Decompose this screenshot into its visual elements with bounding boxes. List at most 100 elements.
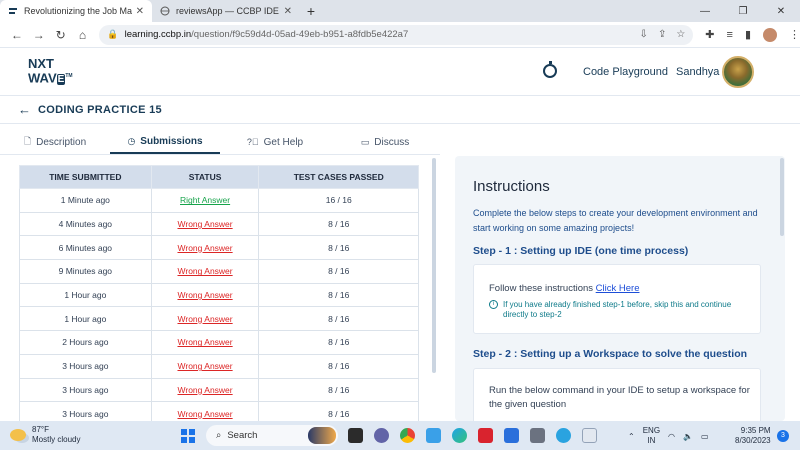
url-domain: learning.ccbp.in bbox=[124, 29, 192, 40]
volume-icon[interactable]: 🔈 bbox=[683, 432, 693, 441]
close-icon[interactable]: ✕ bbox=[284, 6, 292, 17]
install-icon[interactable]: ⇩ bbox=[640, 29, 648, 40]
left-panel-scrollbar[interactable] bbox=[432, 158, 436, 373]
submission-status-link[interactable]: Wrong Answer bbox=[150, 235, 260, 261]
right-panel-scrollbar[interactable] bbox=[780, 158, 784, 236]
weather-condition: Mostly cloudy bbox=[32, 435, 81, 444]
tab-discuss[interactable]: ▭ Discuss bbox=[330, 130, 440, 154]
back-arrow-icon[interactable]: ← bbox=[18, 102, 31, 117]
table-row: 1 Hour ago Wrong Answer 8 / 16 bbox=[19, 306, 419, 332]
click-here-link[interactable]: Click Here bbox=[596, 283, 640, 294]
teams-app-icon[interactable] bbox=[374, 428, 389, 443]
gallery-app-icon[interactable] bbox=[530, 428, 545, 443]
telegram-app-icon[interactable] bbox=[556, 428, 571, 443]
submission-status-link[interactable]: Wrong Answer bbox=[150, 282, 260, 308]
tab-label: Get Help bbox=[263, 136, 304, 148]
browser-tab-inactive[interactable]: reviewsApp — CCBP IDE ✕ bbox=[152, 0, 300, 22]
submission-passed: 8 / 16 bbox=[258, 282, 419, 308]
submission-time: 9 Minutes ago bbox=[19, 259, 152, 284]
battery-icon[interactable]: ▭ bbox=[701, 432, 709, 441]
instructions-panel: Instructions Complete the below steps to… bbox=[455, 156, 785, 421]
clock-time: 9:35 PM bbox=[740, 426, 771, 435]
chat-icon: ▭ bbox=[360, 136, 370, 147]
submission-status-link[interactable]: Wrong Answer bbox=[150, 401, 260, 421]
share-icon[interactable]: ⇪ bbox=[658, 29, 666, 40]
submission-time: 3 Hours ago bbox=[19, 401, 152, 421]
tab-submissions[interactable]: ◷ Submissions bbox=[110, 130, 220, 154]
submission-status-link[interactable]: Right Answer bbox=[150, 188, 260, 213]
table-row: 3 Hours ago Wrong Answer 8 / 16 bbox=[19, 401, 419, 421]
submission-status-link[interactable]: Wrong Answer bbox=[150, 377, 260, 403]
system-tray: ⌃ ENG IN ◠ 🔈 ▭ bbox=[628, 426, 709, 446]
search-icon: ⌕ bbox=[216, 430, 222, 441]
step1-follow-label: Follow these instructions bbox=[489, 283, 594, 294]
wifi-icon[interactable]: ◠ bbox=[668, 432, 675, 441]
nxtwave-logo[interactable]: NXT WAVETM bbox=[28, 57, 73, 86]
code-playground-link[interactable]: Code Playground bbox=[583, 66, 668, 78]
close-window-icon[interactable]: ✕ bbox=[762, 0, 800, 22]
tab-description[interactable]: 🗋 Description bbox=[0, 130, 110, 154]
table-row: 2 Hours ago Wrong Answer 8 / 16 bbox=[19, 330, 419, 355]
site-header: NXT WAVETM Code Playground Sandhya bbox=[0, 48, 800, 96]
menu-kebab-icon[interactable]: ⋮ bbox=[789, 28, 800, 41]
forward-icon[interactable]: → bbox=[28, 28, 50, 42]
minimize-icon[interactable]: — bbox=[686, 0, 724, 22]
language-code: ENG bbox=[642, 426, 661, 435]
browser-toolbar: ← → ↻ ⌂ 🔒 learning.ccbp.in/question/f9c5… bbox=[0, 22, 800, 48]
submission-status-link[interactable]: Wrong Answer bbox=[150, 306, 260, 332]
browser-tab-active[interactable]: Revolutionizing the Job Market | ✕ bbox=[0, 0, 152, 22]
language-indicator[interactable]: ENG IN bbox=[643, 426, 660, 446]
submission-status-link[interactable]: Wrong Answer bbox=[150, 211, 260, 237]
chevron-up-icon[interactable]: ⌃ bbox=[628, 432, 635, 441]
edge-app-icon[interactable] bbox=[452, 428, 467, 443]
bookmark-star-icon[interactable]: ☆ bbox=[676, 29, 685, 40]
taskbar-search[interactable]: ⌕ Search bbox=[206, 425, 338, 446]
tab-get-help[interactable]: ?⃝ Get Help bbox=[220, 130, 330, 154]
submission-time: 1 Minute ago bbox=[19, 188, 152, 213]
tab-label: Description bbox=[36, 136, 87, 148]
restore-icon[interactable]: ❐ bbox=[724, 0, 762, 22]
close-icon[interactable]: ✕ bbox=[136, 6, 144, 17]
wps-app-icon[interactable] bbox=[478, 428, 493, 443]
photos-app-icon[interactable] bbox=[426, 428, 441, 443]
home-icon[interactable]: ⌂ bbox=[72, 28, 94, 42]
snipping-app-icon[interactable] bbox=[582, 428, 597, 443]
submission-status-link[interactable]: Wrong Answer bbox=[150, 259, 260, 284]
step1-note-text: If you have already finished step-1 befo… bbox=[503, 300, 732, 319]
submission-status-link[interactable]: Wrong Answer bbox=[150, 353, 260, 379]
practice-title-bar: ← CODING PRACTICE 15 bbox=[0, 96, 800, 124]
globe-icon bbox=[160, 6, 170, 16]
instructions-intro: Complete the below steps to create your … bbox=[473, 208, 758, 233]
store-app-icon[interactable] bbox=[504, 428, 519, 443]
lock-icon[interactable]: 🔒 bbox=[107, 29, 118, 40]
widgets-app-icon[interactable] bbox=[348, 428, 363, 443]
language-region: IN bbox=[647, 436, 656, 445]
url-path: /question/f9c59d4d-05ad-49eb-b951-a8fdb5… bbox=[191, 29, 409, 40]
browser-tab-title: Revolutionizing the Job Market | bbox=[24, 6, 132, 16]
stopwatch-icon[interactable] bbox=[543, 61, 557, 78]
table-row: 1 Hour ago Wrong Answer 8 / 16 bbox=[19, 282, 419, 308]
windows-start-icon[interactable] bbox=[181, 429, 195, 443]
taskbar-clock[interactable]: 9:35 PM 8/30/2023 bbox=[735, 426, 771, 446]
extensions-icon[interactable]: ✚ bbox=[705, 28, 714, 41]
taskbar-apps bbox=[348, 428, 597, 443]
notification-badge[interactable]: 3 bbox=[777, 430, 789, 442]
page-title: CODING PRACTICE 15 bbox=[38, 104, 162, 116]
weather-widget[interactable]: 87°F Mostly cloudy bbox=[10, 425, 80, 445]
submission-time: 3 Hours ago bbox=[19, 377, 152, 403]
submission-passed: 8 / 16 bbox=[258, 353, 419, 379]
side-panel-icon[interactable]: ▮ bbox=[745, 28, 751, 41]
search-highlight-art bbox=[308, 427, 336, 444]
step2-text: Run the below command in your IDE to set… bbox=[489, 385, 750, 410]
address-bar[interactable]: 🔒 learning.ccbp.in/question/f9c59d4d-05a… bbox=[99, 24, 694, 45]
reading-list-icon[interactable]: ≡ bbox=[727, 29, 733, 41]
submission-status-link[interactable]: Wrong Answer bbox=[150, 330, 260, 355]
profile-avatar-icon[interactable] bbox=[763, 27, 777, 42]
new-tab-button[interactable]: + bbox=[300, 0, 322, 22]
step1-title: Step - 1 : Setting up IDE (one time proc… bbox=[473, 245, 689, 257]
back-icon[interactable]: ← bbox=[6, 28, 28, 42]
reload-icon[interactable]: ↻ bbox=[50, 28, 72, 42]
user-avatar[interactable] bbox=[722, 56, 754, 88]
table-row: 1 Minute ago Right Answer 16 / 16 bbox=[19, 188, 419, 213]
chrome-app-icon[interactable] bbox=[400, 428, 415, 443]
